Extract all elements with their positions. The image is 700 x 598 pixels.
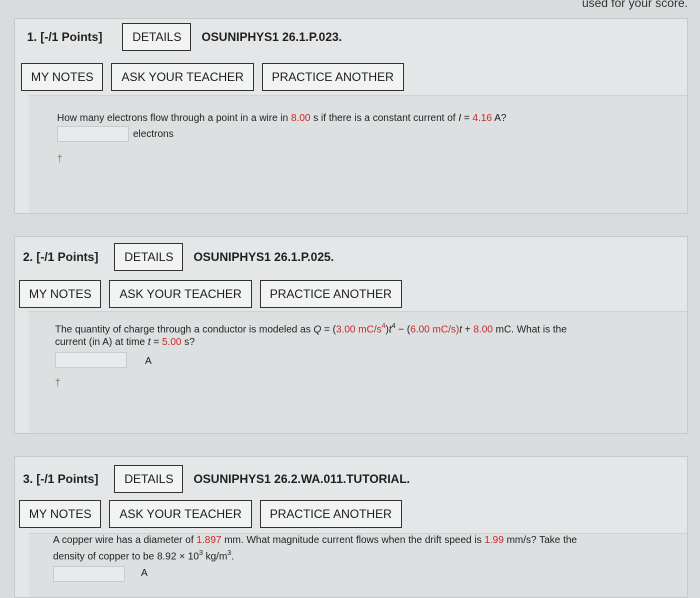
- question-body: A copper wire has a diameter of 1.897 mm…: [29, 533, 687, 597]
- answer-unit: A: [145, 356, 152, 367]
- practice-another-button[interactable]: PRACTICE ANOTHER: [261, 63, 404, 91]
- answer-input[interactable]: [55, 352, 127, 368]
- ask-teacher-button[interactable]: ASK YOUR TEACHER: [109, 500, 252, 528]
- question-body: How many electrons flow through a point …: [29, 95, 687, 213]
- question-points: 1. [-/1 Points]: [27, 30, 103, 44]
- ask-teacher-button[interactable]: ASK YOUR TEACHER: [109, 280, 252, 308]
- score-note: used for your score.: [581, 0, 688, 10]
- practice-another-button[interactable]: PRACTICE ANOTHER: [259, 500, 402, 528]
- answer-input[interactable]: [57, 126, 129, 142]
- dagger-mark: †: [55, 378, 61, 389]
- details-button[interactable]: DETAILS: [114, 243, 184, 271]
- question-code: OSUNIPHYS1 26.1.P.023.: [201, 30, 342, 44]
- answer-unit: A: [141, 568, 148, 579]
- question-points: 3. [-/1 Points]: [23, 472, 99, 486]
- question-code: OSUNIPHYS1 26.2.WA.011.TUTORIAL.: [193, 472, 410, 486]
- question-text: How many electrons flow through a point …: [57, 113, 507, 124]
- question-card-1: 1. [-/1 Points] DETAILS OSUNIPHYS1 26.1.…: [14, 18, 688, 214]
- my-notes-button[interactable]: MY NOTES: [21, 63, 104, 91]
- details-button[interactable]: DETAILS: [114, 465, 184, 493]
- details-button[interactable]: DETAILS: [122, 23, 192, 51]
- practice-another-button[interactable]: PRACTICE ANOTHER: [259, 280, 402, 308]
- question-text: A copper wire has a diameter of 1.897 mm…: [53, 535, 577, 563]
- answer-unit: electrons: [133, 129, 174, 140]
- my-notes-button[interactable]: MY NOTES: [19, 500, 102, 528]
- question-card-2: 2. [-/1 Points] DETAILS OSUNIPHYS1 26.1.…: [14, 236, 688, 434]
- question-body: The quantity of charge through a conduct…: [29, 311, 687, 433]
- dagger-mark: †: [57, 154, 63, 165]
- question-code: OSUNIPHYS1 26.1.P.025.: [193, 250, 334, 264]
- answer-input[interactable]: [53, 566, 125, 582]
- question-points: 2. [-/1 Points]: [23, 250, 99, 264]
- question-text: The quantity of charge through a conduct…: [55, 323, 567, 349]
- question-card-3: 3. [-/1 Points] DETAILS OSUNIPHYS1 26.2.…: [14, 456, 688, 598]
- my-notes-button[interactable]: MY NOTES: [19, 280, 102, 308]
- ask-teacher-button[interactable]: ASK YOUR TEACHER: [111, 63, 254, 91]
